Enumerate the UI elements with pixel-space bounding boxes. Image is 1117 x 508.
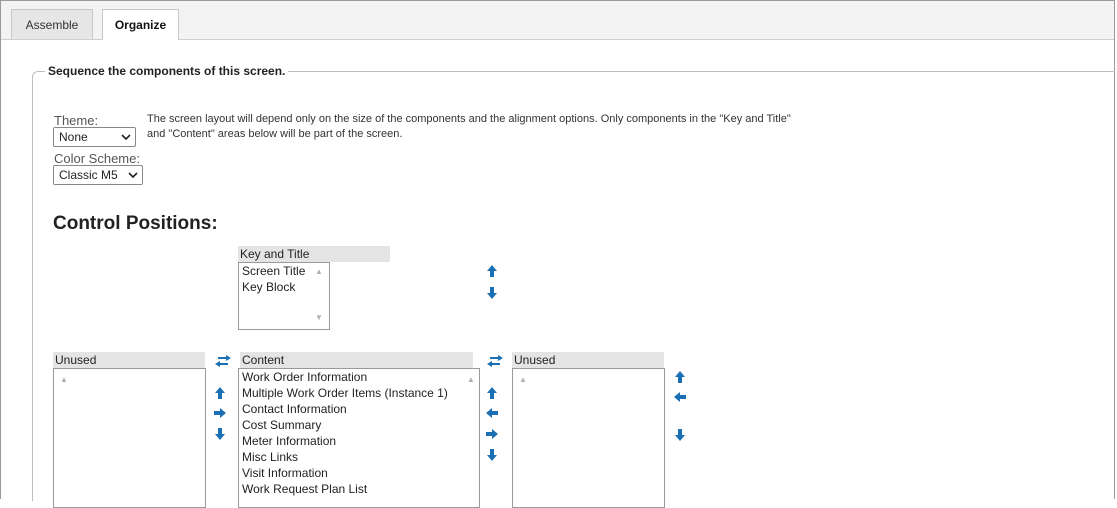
move-right-icon[interactable]	[484, 426, 500, 442]
scroll-up-icon[interactable]: ▲	[467, 375, 475, 384]
move-up-icon[interactable]	[484, 385, 500, 401]
key-title-listbox[interactable]: Screen Title Key Block ▲ ▼	[238, 262, 330, 330]
scroll-up-icon[interactable]: ▲	[519, 375, 527, 384]
move-up-icon[interactable]	[672, 369, 688, 385]
description-line-1: The screen layout will depend only on th…	[147, 113, 791, 125]
unused-left-listbox[interactable]: ▲	[53, 368, 206, 508]
theme-select[interactable]: None	[53, 127, 136, 147]
chevron-down-icon	[128, 166, 138, 191]
chevron-down-icon	[121, 128, 131, 153]
list-item[interactable]: Contact Information	[239, 401, 479, 417]
list-item[interactable]: Work Request Plan List	[239, 481, 479, 497]
list-item[interactable]: Visit Information	[239, 465, 479, 481]
tab-assemble[interactable]: Assemble	[11, 9, 93, 39]
swap-icon[interactable]	[214, 353, 231, 369]
layout-description: The screen layout will depend only on th…	[147, 112, 947, 142]
theme-label: Theme:	[54, 113, 99, 128]
fieldset-legend: Sequence the components of this screen.	[45, 64, 289, 78]
scroll-down-icon[interactable]: ▼	[315, 313, 323, 322]
color-scheme-select-value: Classic M5	[59, 168, 118, 182]
control-positions-heading: Control Positions:	[53, 213, 218, 234]
description-line-2: and "Content" areas below will be part o…	[147, 128, 403, 140]
move-up-icon[interactable]	[484, 263, 500, 279]
move-left-icon[interactable]	[672, 389, 688, 405]
tab-bar: Assemble Organize	[1, 1, 1114, 40]
move-left-icon[interactable]	[484, 405, 500, 421]
key-title-list-header: Key and Title	[238, 246, 390, 262]
color-scheme-label: Color Scheme:	[54, 151, 140, 166]
content-list-header: Content	[240, 352, 473, 368]
list-item[interactable]: Misc Links	[239, 449, 479, 465]
list-item[interactable]: Key Block	[239, 279, 329, 295]
unused-left-header: Unused	[53, 352, 205, 368]
color-scheme-select[interactable]: Classic M5	[53, 165, 143, 185]
list-item[interactable]: Work Order Information	[239, 369, 479, 385]
move-down-icon[interactable]	[484, 285, 500, 301]
move-right-icon[interactable]	[212, 405, 228, 421]
list-item[interactable]: Cost Summary	[239, 417, 479, 433]
scroll-up-icon[interactable]: ▲	[60, 375, 68, 384]
move-up-icon[interactable]	[212, 385, 228, 401]
tab-organize[interactable]: Organize	[102, 9, 179, 40]
move-down-icon[interactable]	[672, 427, 688, 443]
swap-icon[interactable]	[486, 353, 503, 369]
unused-right-header: Unused	[512, 352, 664, 368]
unused-right-listbox[interactable]: ▲	[512, 368, 665, 508]
move-down-icon[interactable]	[484, 447, 500, 463]
list-item[interactable]: Meter Information	[239, 433, 479, 449]
list-item[interactable]: Multiple Work Order Items (Instance 1)	[239, 385, 479, 401]
theme-select-value: None	[59, 130, 88, 144]
content-listbox[interactable]: Work Order Information Multiple Work Ord…	[238, 368, 480, 508]
move-down-icon[interactable]	[212, 426, 228, 442]
scroll-up-icon[interactable]: ▲	[315, 267, 323, 276]
